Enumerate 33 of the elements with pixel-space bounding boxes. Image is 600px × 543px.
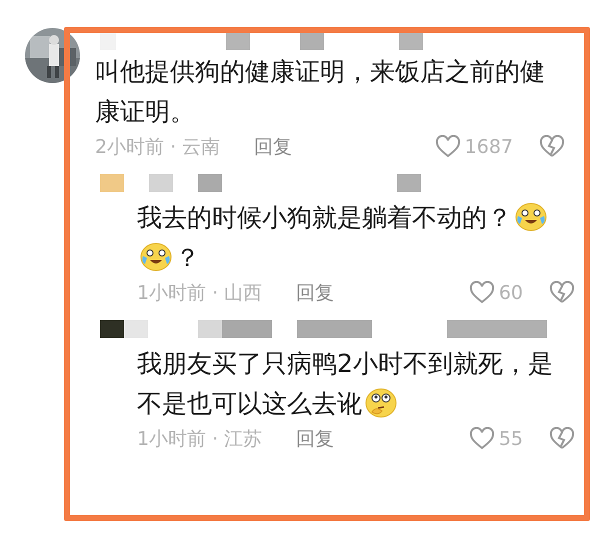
comment-meta: 2小时前 · 云南 <box>95 134 220 160</box>
mosaic-block <box>198 174 222 192</box>
comment-text: 不是也可以这么去讹 <box>137 388 362 420</box>
heart-icon[interactable] <box>434 135 461 159</box>
comment-text: ？ <box>175 242 200 274</box>
heart-icon[interactable] <box>468 427 495 451</box>
broken-heart-icon[interactable] <box>549 427 575 451</box>
mosaic-block <box>100 174 124 192</box>
comment-text: 叫他提供狗的健康证明，来饭店之前的健康证明。 <box>95 56 546 128</box>
mosaic-block <box>100 320 124 338</box>
mosaic-block <box>100 32 116 50</box>
reply-link[interactable]: 回复 <box>296 278 334 308</box>
mosaic-block <box>397 174 421 192</box>
comment-text: 我去的时候小狗就是躺着不动的？ <box>137 202 512 234</box>
like-count: 60 <box>498 280 523 306</box>
reply-link[interactable]: 回复 <box>296 424 334 454</box>
laughing-crying-emoji-icon <box>139 242 173 272</box>
thinking-emoji-icon <box>364 386 398 418</box>
mosaic-block <box>300 32 324 50</box>
like-count: 55 <box>498 426 523 452</box>
broken-heart-icon[interactable] <box>539 135 565 159</box>
reply-link[interactable]: 回复 <box>254 132 292 162</box>
laughing-crying-emoji-icon <box>514 202 548 232</box>
mosaic-block <box>399 32 423 50</box>
broken-heart-icon[interactable] <box>549 281 575 305</box>
mosaic-block <box>226 32 250 50</box>
mosaic-block <box>149 174 173 192</box>
comment-meta: 1小时前 · 山西 <box>137 280 262 306</box>
comment-meta: 1小时前 · 江苏 <box>137 426 262 452</box>
heart-icon[interactable] <box>468 281 495 305</box>
comment-text: 我朋友买了只病鸭2小时不到就死，是 <box>137 348 553 380</box>
like-count: 1687 <box>464 134 513 160</box>
mosaic-block <box>124 320 148 338</box>
